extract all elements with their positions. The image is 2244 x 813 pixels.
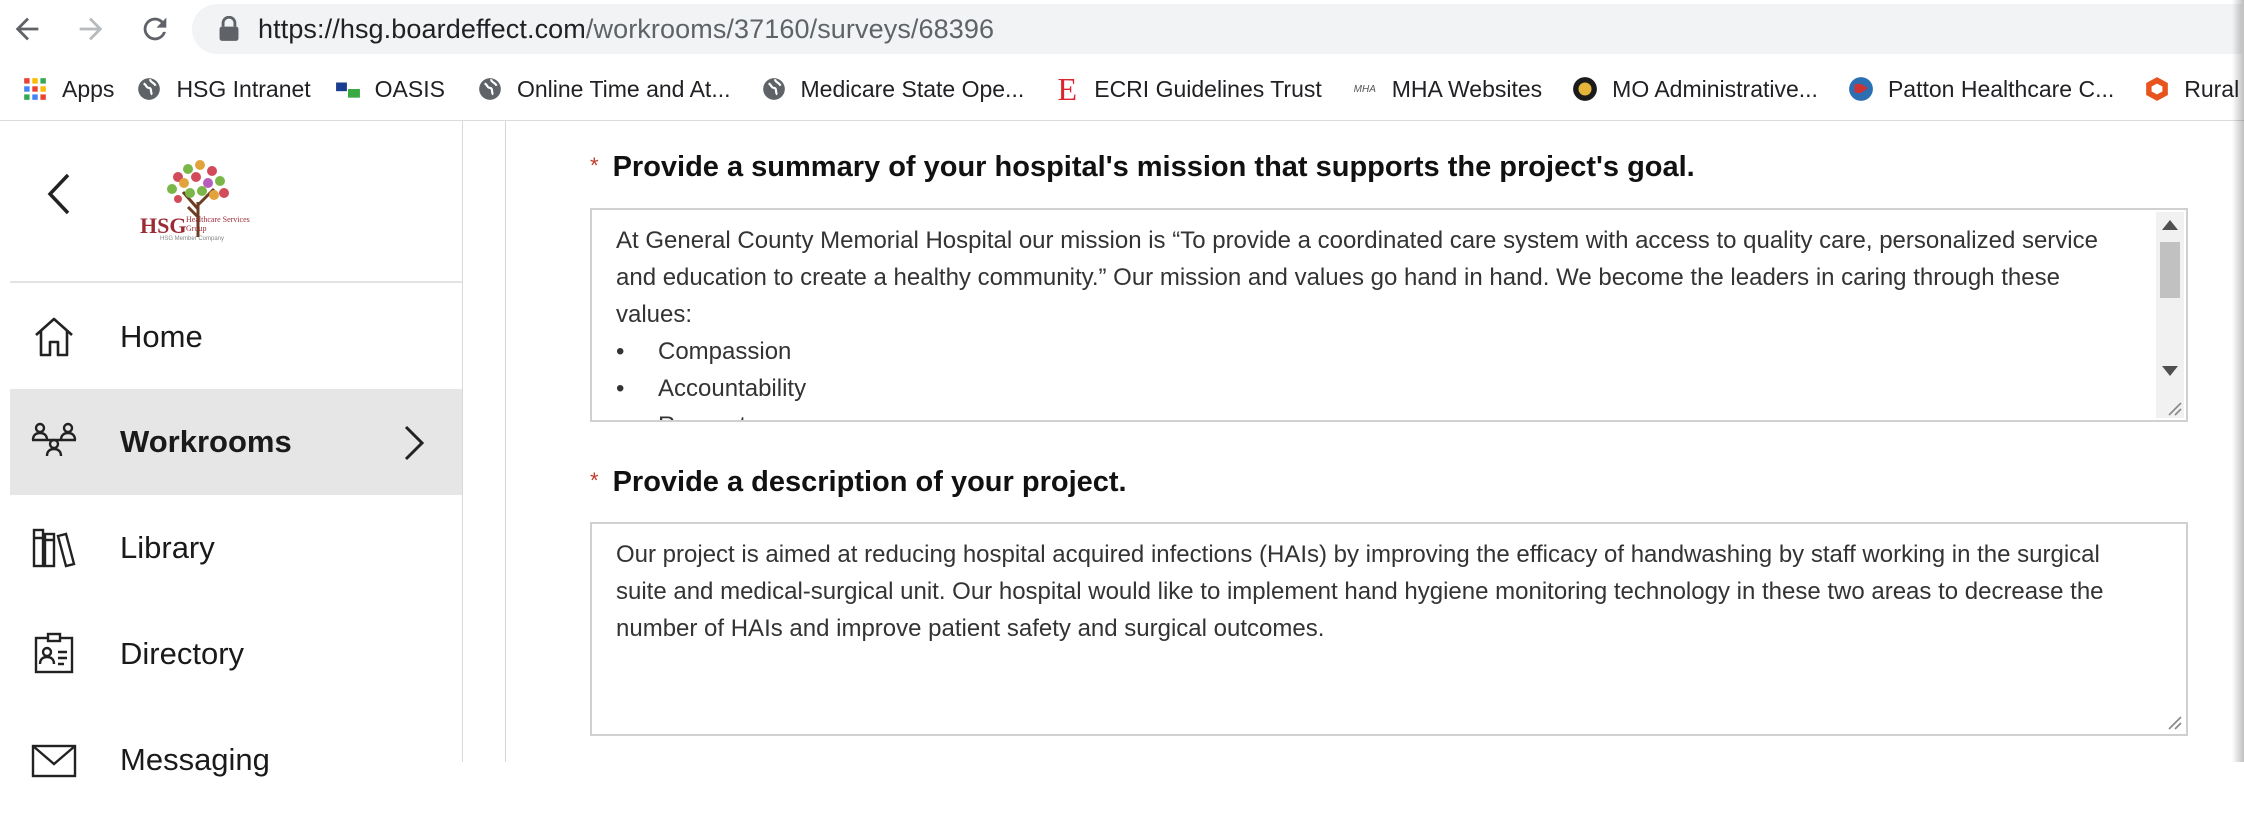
required-marker: *	[590, 153, 599, 178]
mission-summary-textarea[interactable]: At General County Memorial Hospital our …	[590, 208, 2188, 422]
bookmark-ecri[interactable]: E ECRI Guidelines Trust	[1054, 70, 1322, 107]
bookmark-label: HSG Intranet	[176, 75, 311, 102]
chevron-left-icon[interactable]	[40, 169, 80, 219]
window-edge-shadow	[2232, 0, 2244, 762]
browser-toolbar: https://hsg.boardeffect.com/workrooms/37…	[0, 0, 2244, 58]
workrooms-icon	[30, 418, 78, 466]
survey-main: * Provide a summary of your hospital's mi…	[506, 121, 2244, 762]
sidebar-item-directory[interactable]: Directory	[10, 601, 462, 707]
bookmark-oasis[interactable]: OASIS	[335, 76, 445, 103]
sidebar-item-messaging[interactable]: Messaging	[10, 707, 462, 813]
sidebar-header: HSG Healthcare Services Group HSG Member…	[10, 121, 462, 283]
sidebar-item-workrooms[interactable]: Workrooms	[10, 389, 462, 495]
globe-icon	[477, 76, 503, 102]
ecri-icon: E	[1057, 70, 1077, 107]
question-label: * Provide a summary of your hospital's mi…	[590, 151, 1695, 184]
envelope-icon	[30, 736, 78, 784]
project-description-textarea[interactable]: Our project is aimed at reducing hospita…	[590, 522, 2188, 736]
chevron-right-icon	[404, 425, 425, 461]
bookmark-label: ECRI Guidelines Trust	[1094, 75, 1322, 102]
answer-paragraph: At General County Memorial Hospital our …	[616, 227, 2098, 328]
sidebar-item-label: Directory	[120, 636, 245, 671]
bookmark-label: MHA Websites	[1391, 75, 1543, 102]
sidebar-item-home[interactable]: Home	[10, 284, 462, 390]
back-arrow-icon[interactable]	[2, 4, 52, 54]
logo-tagline: HSG Member Company	[160, 236, 225, 242]
textarea-scrollbar[interactable]	[2156, 212, 2184, 418]
mha-icon: MHA	[1353, 83, 1376, 95]
resize-grip-icon[interactable]	[2164, 712, 2182, 730]
bookmark-label: OASIS	[374, 75, 445, 102]
bookmark-hsg-intranet[interactable]: HSG Intranet	[136, 75, 311, 103]
library-icon	[30, 524, 78, 572]
question-text: Provide a description of your project.	[612, 466, 1127, 498]
globe-icon	[136, 76, 162, 102]
list-item-text: Accountability	[658, 375, 807, 402]
directory-icon	[30, 630, 78, 678]
address-bar[interactable]: https://hsg.boardeffect.com/workrooms/37…	[192, 4, 2242, 54]
sidebar-item-label: Library	[120, 530, 215, 565]
sidebar: HSG Healthcare Services Group HSG Member…	[10, 121, 463, 778]
list-item-text: Compassion	[658, 338, 792, 365]
sidebar-item-label: Home	[120, 319, 203, 354]
bookmark-rural[interactable]: Rural H	[2144, 76, 2244, 103]
forward-arrow-icon[interactable]	[66, 4, 116, 54]
question-label: * Provide a description of your project.	[590, 466, 1127, 499]
bookmark-label: Online Time and At...	[516, 75, 731, 102]
resize-grip-icon[interactable]	[2164, 398, 2182, 416]
list-item: • Compassion	[616, 333, 2126, 370]
question-text: Provide a summary of your hospital's mis…	[612, 151, 1695, 183]
logo-subtext: Healthcare Services Group	[186, 215, 250, 233]
home-icon	[30, 313, 78, 361]
reload-icon[interactable]	[130, 4, 180, 54]
mo-seal-icon	[1572, 76, 1598, 102]
bookmark-label: MO Administrative...	[1612, 75, 1818, 102]
app-root: HSG Healthcare Services Group HSG Member…	[0, 121, 2244, 778]
patton-icon	[1848, 76, 1874, 102]
bookmark-label: Apps	[62, 75, 115, 102]
bookmark-mha[interactable]: MHA MHA Websites	[1352, 75, 1543, 103]
scroll-up-arrow-icon[interactable]	[2162, 220, 2178, 230]
list-item-text: Respect	[658, 407, 746, 420]
bookmark-medicare[interactable]: Medicare State Ope...	[761, 75, 1025, 103]
sidebar-item-label: Workrooms	[120, 424, 292, 459]
bookmark-patton[interactable]: Patton Healthcare C...	[1848, 76, 2114, 103]
bookmark-online-time[interactable]: Online Time and At...	[477, 76, 731, 103]
rural-icon	[2144, 76, 2170, 102]
scroll-down-arrow-icon[interactable]	[2162, 366, 2178, 376]
bookmark-apps[interactable]: Apps	[22, 76, 114, 103]
bookmark-mo-administrative[interactable]: MO Administrative...	[1572, 76, 1818, 103]
content-gutter	[463, 121, 507, 762]
answer-text: At General County Memorial Hospital our …	[592, 210, 2186, 420]
scrollbar-thumb[interactable]	[2160, 242, 2180, 298]
oasis-icon	[335, 76, 361, 102]
bookmarks-bar: Apps HSG Intranet OASIS Online Time and …	[0, 58, 2244, 121]
list-item: •Respect	[616, 407, 2126, 420]
bookmark-label: Patton Healthcare C...	[1887, 75, 2115, 102]
sidebar-item-label: Messaging	[120, 742, 270, 777]
bookmark-label: Medicare State Ope...	[800, 75, 1025, 102]
list-item: • Accountability	[616, 370, 2126, 407]
lock-icon	[219, 16, 239, 41]
url-text: https://hsg.boardeffect.com/workrooms/37…	[258, 13, 995, 44]
required-marker: *	[590, 468, 599, 493]
sidebar-item-library[interactable]: Library	[10, 495, 462, 601]
answer-text: Our project is aimed at reducing hospita…	[616, 541, 2104, 642]
apps-grid-icon	[22, 76, 48, 102]
globe-icon	[761, 76, 787, 102]
